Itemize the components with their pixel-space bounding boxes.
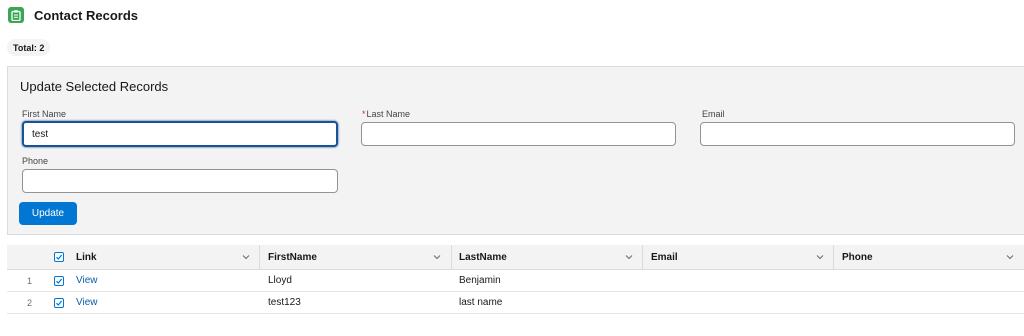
chevron-down-icon[interactable] (1005, 252, 1015, 262)
column-divider (259, 245, 260, 270)
firstname-cell: Lloyd (268, 275, 292, 286)
total-badge: Total: 2 (7, 39, 51, 56)
panel-title: Update Selected Records (20, 79, 169, 94)
first-name-field[interactable] (22, 121, 338, 147)
column-divider (833, 245, 834, 270)
chevron-down-icon[interactable] (624, 252, 634, 262)
chevron-down-icon[interactable] (241, 252, 251, 262)
lastname-cell: last name (459, 297, 503, 308)
column-header-email[interactable]: Email (651, 245, 678, 270)
chevron-down-icon[interactable] (815, 252, 825, 262)
update-panel: Update Selected Records First Name *Last… (7, 66, 1024, 235)
row-number: 1 (27, 275, 33, 286)
column-divider (451, 245, 452, 270)
chevron-down-icon[interactable] (432, 252, 442, 262)
last-name-label-text: Last Name (366, 109, 411, 119)
row-number: 2 (27, 297, 33, 308)
row-checkbox[interactable] (54, 298, 64, 308)
contact-list-icon (8, 7, 24, 23)
phone-label: Phone (22, 156, 49, 166)
update-button[interactable]: Update (19, 202, 77, 225)
page-title: Contact Records (34, 7, 139, 23)
column-header-link[interactable]: Link (76, 245, 97, 270)
view-link[interactable]: View (76, 297, 98, 308)
column-header-lastname[interactable]: LastName (459, 245, 507, 270)
column-header-firstname[interactable]: FirstName (268, 245, 317, 270)
table-row: 1 View Lloyd Benjamin (7, 270, 1024, 292)
lastname-cell: Benjamin (459, 275, 501, 286)
first-name-label: First Name (22, 109, 67, 119)
phone-field[interactable] (22, 169, 338, 193)
view-link[interactable]: View (76, 275, 98, 286)
row-checkbox[interactable] (54, 276, 64, 286)
firstname-cell: test123 (268, 297, 301, 308)
page-header: Contact Records (8, 7, 138, 23)
email-field[interactable] (700, 122, 1015, 146)
last-name-field[interactable] (361, 122, 676, 146)
column-header-phone[interactable]: Phone (842, 245, 873, 270)
records-table: Link FirstName LastName Email Phone 1 Vi… (7, 245, 1024, 314)
select-all-checkbox[interactable] (54, 252, 64, 262)
email-label: Email (702, 109, 725, 119)
last-name-label: *Last Name (362, 109, 410, 119)
column-divider (642, 245, 643, 270)
required-marker: * (362, 109, 366, 119)
table-row: 2 View test123 last name (7, 292, 1024, 314)
table-header: Link FirstName LastName Email Phone (7, 245, 1024, 270)
